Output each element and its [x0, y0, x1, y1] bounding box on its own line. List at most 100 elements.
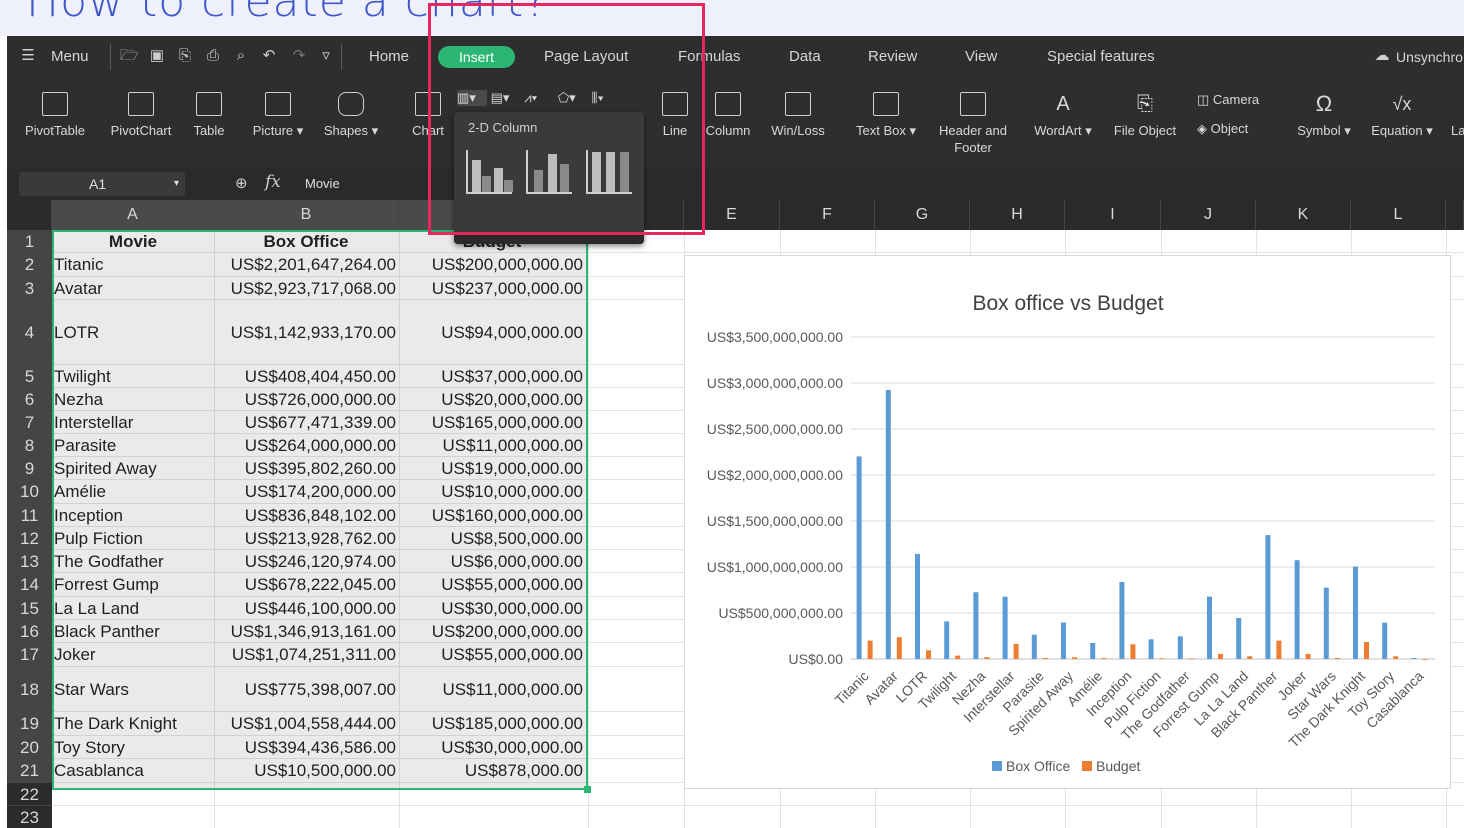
row-header[interactable]: 5 [7, 365, 52, 388]
chart-title: Box office vs Budget [972, 292, 1163, 315]
budget-bar [1364, 641, 1369, 659]
row-header[interactable]: 22 [7, 783, 52, 806]
camera-button[interactable]: ◫ Camera [1197, 92, 1259, 108]
la-button[interactable]: La [1451, 92, 1464, 139]
column-header-g[interactable]: G [875, 200, 970, 230]
column-header-k[interactable]: K [1256, 200, 1351, 230]
column-header-f[interactable]: F [780, 200, 875, 230]
tab-data[interactable]: Data [789, 36, 821, 78]
budget-bar [1422, 658, 1428, 660]
highlight-annotation-box [428, 3, 705, 235]
header-footer-button[interactable]: Header and Footer [934, 92, 1012, 156]
win-loss-icon [785, 92, 811, 116]
row-header[interactable]: 6 [7, 388, 52, 411]
print-icon[interactable]: ⎙ [204, 47, 222, 65]
menu-bar: ☰ Menu 🗁 ▣ ⎘ ⎙ ⌕ ↶ ↷ ▿ Home Insert Page … [7, 36, 1464, 78]
pivot-table-button[interactable]: PivotTable [20, 92, 90, 139]
row-header[interactable]: 9 [7, 457, 52, 480]
hamburger-icon[interactable]: ☰ [19, 47, 37, 65]
column-header-m[interactable] [1446, 200, 1464, 230]
budget-bar [926, 650, 931, 659]
undo-icon[interactable]: ↶ [260, 47, 278, 65]
cloud-icon[interactable]: ☁ [1373, 47, 1391, 65]
row-header[interactable]: 14 [7, 573, 52, 597]
sync-status[interactable]: Unsynchro [1396, 36, 1463, 78]
row-header[interactable]: 21 [7, 759, 52, 783]
column-header-j[interactable]: J [1161, 200, 1256, 230]
embedded-chart[interactable]: Box office vs Budget US$0.00 US$500,000,00… [684, 255, 1451, 789]
menu-button[interactable]: Menu [51, 36, 89, 78]
row-header[interactable]: 17 [7, 643, 52, 667]
table-label: Table [193, 123, 225, 138]
row-header[interactable]: 19 [7, 712, 52, 736]
row-header[interactable]: 12 [7, 527, 52, 550]
pivot-chart-button[interactable]: PivotChart [105, 92, 177, 139]
function-icon[interactable]: fx [265, 172, 281, 192]
text-box-button[interactable]: Text Box ▾ [851, 92, 921, 139]
symbol-button[interactable]: Ω Symbol ▾ [1295, 92, 1353, 139]
column-header-b[interactable]: B [214, 200, 399, 230]
wordart-button[interactable]: A WordArt ▾ [1029, 92, 1097, 139]
row-header[interactable]: 3 [7, 277, 52, 300]
y-tick-label: US$500,000,000.00 [718, 605, 843, 621]
equation-button[interactable]: √x Equation ▾ [1367, 92, 1437, 139]
budget-bar [1218, 653, 1223, 659]
column-header-a[interactable]: A [52, 200, 214, 230]
row-header[interactable]: 13 [7, 550, 52, 573]
open-folder-icon[interactable]: 🗁 [120, 47, 139, 65]
legend-label: Budget [1096, 758, 1140, 774]
row-header[interactable]: 11 [7, 504, 52, 527]
pivot-table-label: PivotTable [25, 123, 85, 138]
shapes-button[interactable]: Shapes ▾ [320, 92, 382, 139]
shapes-icon [338, 92, 364, 116]
name-box[interactable]: A1 ▾ [19, 172, 185, 196]
save-icon[interactable]: ▣ [148, 47, 166, 65]
fill-handle[interactable] [584, 786, 591, 793]
column-sparkline-icon [715, 92, 741, 116]
box-office-bar [885, 390, 891, 659]
chevron-down-icon[interactable]: ▾ [174, 172, 179, 196]
budget-bar [1042, 657, 1048, 659]
row-header[interactable]: 8 [7, 434, 52, 457]
select-all-corner[interactable] [7, 200, 52, 230]
row-header[interactable]: 7 [7, 411, 52, 434]
column-sparkline-button[interactable]: Column [703, 92, 753, 139]
legend-swatch-budget [1082, 761, 1092, 771]
customize-dropdown-icon[interactable]: ▿ [317, 47, 335, 65]
row-header[interactable]: 23 [7, 806, 52, 828]
tab-special-features[interactable]: Special features [1047, 36, 1155, 78]
redo-icon[interactable]: ↷ [290, 47, 308, 65]
table-button[interactable]: Table [189, 92, 229, 139]
row-header[interactable]: 4 [7, 300, 52, 365]
column-header-i[interactable]: I [1065, 200, 1161, 230]
column-header-h[interactable]: H [970, 200, 1065, 230]
y-tick-label: US$1,000,000,000.00 [707, 559, 843, 575]
tab-view[interactable]: View [965, 36, 997, 78]
box-office-bar [973, 592, 979, 659]
row-header[interactable]: 10 [7, 480, 52, 504]
win-loss-button[interactable]: Win/Loss [768, 92, 828, 139]
budget-bar [1334, 657, 1340, 659]
column-header-l[interactable]: L [1351, 200, 1446, 230]
separator [110, 44, 111, 70]
picture-label: Picture ▾ [252, 123, 304, 138]
print-preview-icon[interactable]: ⌕ [232, 47, 250, 65]
row-header[interactable]: 2 [7, 253, 52, 277]
tab-review[interactable]: Review [868, 36, 917, 78]
win-loss-label: Win/Loss [771, 123, 825, 138]
file-object-label: File Object [1113, 123, 1177, 138]
export-pdf-icon[interactable]: ⎘ [176, 47, 194, 65]
shapes-label: Shapes ▾ [323, 123, 379, 138]
picture-button[interactable]: Picture ▾ [247, 92, 309, 139]
file-object-button[interactable]: ⎘ File Object [1109, 92, 1181, 139]
table-icon [196, 92, 222, 116]
object-button[interactable]: ◈ Object [1197, 121, 1248, 137]
row-header[interactable]: 15 [7, 597, 52, 620]
tab-home[interactable]: Home [369, 36, 409, 78]
row-header[interactable]: 20 [7, 736, 52, 759]
row-header[interactable]: 1 [7, 230, 52, 253]
row-header[interactable]: 18 [7, 667, 52, 712]
row-header[interactable]: 16 [7, 620, 52, 643]
zoom-icon[interactable]: ⊕ [235, 174, 248, 192]
text-box-label: Text Box ▾ [856, 123, 916, 138]
